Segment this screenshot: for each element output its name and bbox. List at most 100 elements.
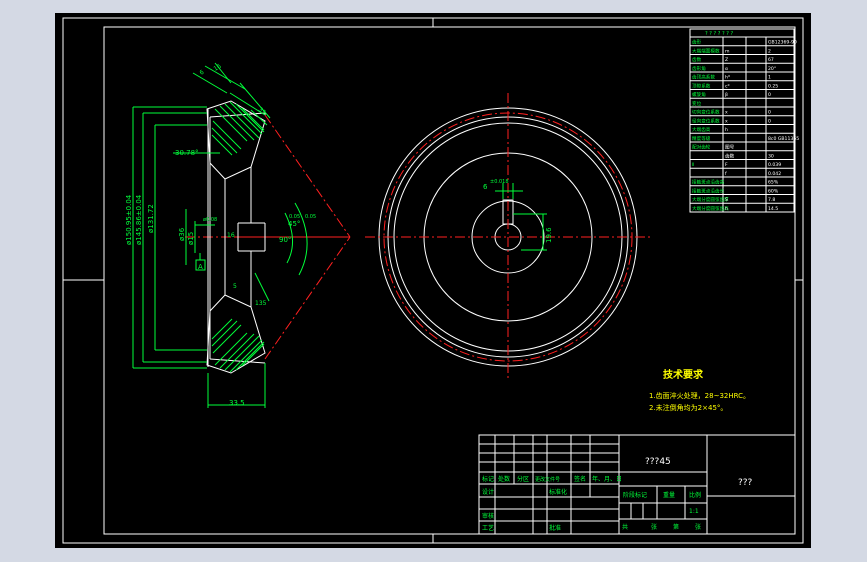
dim-right-small: 135 (255, 300, 267, 307)
param-value: 20° (768, 66, 776, 72)
param-value: 2 (768, 48, 771, 54)
param-value: 30 (768, 153, 774, 159)
tb-date: 年、月、日 (592, 475, 622, 483)
dim-top-a: 6 (199, 69, 206, 77)
tb-review: 审核 (482, 512, 494, 520)
tb-change-doc: 更改文件号 (535, 476, 560, 483)
drawing-svg: ø150.95±0.04 ø145.86±0.04 ø131.72 ø36 ø1… (62, 17, 804, 544)
tb-total: 共 (622, 523, 628, 531)
param-value: 67 (768, 57, 774, 63)
tech-req-item-1: 1.齿面淬火处理，28~32HRC。 (649, 391, 750, 400)
param-symbol: Z (725, 57, 728, 63)
param-symbol: f (725, 171, 727, 177)
dim-dia-36: ø36 (178, 227, 186, 241)
param-value: 7.8 (768, 197, 775, 203)
param-name: 齿顶高系数 (692, 74, 715, 81)
param-name: 齿数 (692, 56, 702, 63)
tb-standard: 标准化 (549, 488, 567, 496)
param-symbol: β (725, 92, 728, 98)
tb-sign: 签名 (574, 475, 586, 483)
param-name: 径向变位系数 (692, 117, 720, 124)
param-name: 接触斑点沿齿长 (692, 187, 725, 194)
param-name: 顶隙系数 (692, 82, 711, 89)
param-symbol: α (725, 67, 728, 72)
param-value: 65% (768, 180, 779, 186)
front-view (365, 93, 651, 381)
dim-dia-15: ø15 (187, 232, 195, 245)
param-value: 0.039 (768, 162, 781, 168)
keyway-depth: 19.6 (545, 227, 553, 243)
param-value: GB12369-90 (768, 40, 797, 46)
param-value: 60% (768, 188, 779, 194)
dim-dia-131: ø131.72 (147, 204, 155, 233)
param-symbol: h (725, 127, 728, 133)
param-value: 1 (768, 75, 771, 81)
param-symbol: x (725, 119, 728, 124)
dim-angle-right: 90° (279, 236, 291, 244)
param-symbol: x (725, 111, 728, 116)
tb-approve: 批准 (549, 524, 561, 532)
keyway-tolerance: ±0.018 (490, 179, 509, 185)
dim-angle-cone: 45° (288, 220, 300, 228)
tb-scale-value: 1:1 (689, 508, 699, 515)
tb-weight: 重量 (663, 491, 675, 499)
param-name: 切向变位系数 (692, 109, 720, 116)
param-name: 大端分度圆弦齿高 (692, 205, 729, 212)
param-name: 大端分度圆弦齿厚 (692, 196, 729, 203)
params-rows: 齿形 GB12369-90 大端端面模数 m 2 齿数 Z 67 齿形角 α 20° 齿顶高系数 h* 1… (690, 39, 799, 213)
dim-small-a: 0.05 (305, 214, 316, 220)
param-symbol: F (725, 162, 728, 168)
tb-sheets: 张 (651, 523, 657, 531)
tb-stage: 阶段标记 (623, 491, 647, 499)
tb-zone: 分区 (517, 475, 529, 483)
dim-inner: 5 (233, 283, 237, 290)
dim-angle-note: 0.05 (289, 214, 300, 220)
tb-process: 工艺 (482, 524, 494, 532)
param-name: 配对齿轮 (692, 144, 711, 151)
tb-mark: 标记 (482, 475, 494, 483)
param-value: 14.5 (768, 206, 778, 212)
cad-drawing-canvas[interactable]: ø150.95±0.04 ø145.86±0.04 ø131.72 ø36 ø1… (55, 13, 811, 548)
param-value: 8c0 GB11365 (768, 136, 799, 142)
param-name: 精度等级 (692, 135, 711, 142)
tooth-hatch-bottom (211, 318, 265, 373)
datum-a: A (198, 263, 203, 271)
dim-mid: 16 (227, 232, 235, 239)
params-header: ? ? ? ? ? ? ? (705, 31, 733, 37)
param-name: 齿形角 (692, 65, 706, 72)
param-symbol: c* (725, 83, 731, 89)
param-name: 齿形 (692, 39, 702, 46)
param-symbol: 齿数 (725, 152, 735, 159)
tb-sheet-suffix: 张 (695, 523, 701, 531)
tb-scale: 比例 (689, 491, 701, 499)
param-name: 接触斑点沿齿高 (692, 179, 725, 186)
dim-dia-150: ø150.95±0.04 (125, 194, 133, 245)
tb-sheet-no: 第 (673, 523, 679, 531)
param-symbol: h (725, 206, 728, 212)
tech-req-item-2: 2.未注倒角均为2×45°。 (649, 403, 727, 412)
param-name: 变位 (692, 100, 702, 107)
param-symbol: 图号 (725, 145, 735, 151)
dim-small-b: ø0.08 (203, 217, 217, 223)
param-name: 螺旋角 (692, 91, 706, 98)
dim-top-c: 35 (257, 106, 267, 116)
param-value: 0 (768, 118, 771, 124)
param-value: 0.042 (768, 171, 781, 177)
param-name: Ⅱ (692, 162, 694, 168)
dim-dia-145: ø145.86±0.04 (135, 194, 143, 245)
param-symbol: h* (725, 75, 731, 81)
keyway-width: 6 (483, 183, 488, 191)
side-view (132, 62, 351, 408)
param-name: 大端齿高 (692, 126, 711, 133)
param-value: 0.25 (768, 83, 778, 89)
param-name: 大端端面模数 (692, 47, 720, 54)
screen: ø150.95±0.04 ø145.86±0.04 ø131.72 ø36 ø1… (0, 0, 867, 562)
tb-design: 设计 (482, 488, 494, 496)
dim-width: 33.5 (229, 399, 245, 407)
tb-count: 处数 (498, 475, 510, 483)
dim-angle-left: 30.78° (175, 149, 199, 157)
drawing-name: ???45 (645, 457, 671, 467)
param-symbol: m (725, 49, 730, 54)
tech-req-title: 技术要求 (663, 368, 704, 381)
param-value: 0 (768, 110, 771, 116)
